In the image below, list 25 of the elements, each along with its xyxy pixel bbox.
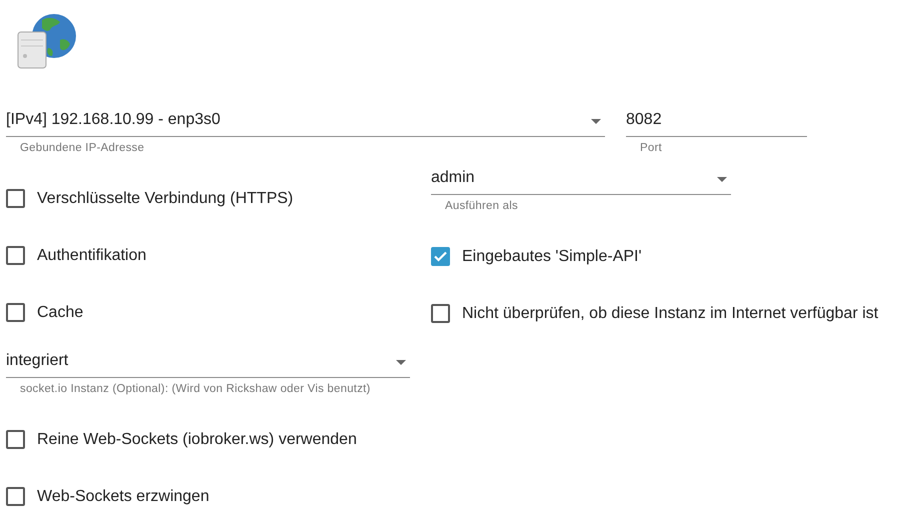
checkbox[interactable] bbox=[6, 487, 25, 506]
checkbox-label: Web-Sockets erzwingen bbox=[37, 488, 210, 506]
checkbox-label: Verschlüsselte Verbindung (HTTPS) bbox=[37, 190, 294, 208]
checkbox-label: Cache bbox=[37, 304, 84, 322]
caret-icon bbox=[717, 176, 727, 182]
checkbox[interactable] bbox=[6, 189, 25, 208]
field-helper: Ausführen als bbox=[444, 199, 519, 212]
checkbox-label: Authentifikation bbox=[37, 246, 146, 264]
field-helper: Gebundene IP-Adresse bbox=[19, 141, 146, 154]
dropdown[interactable]: admin bbox=[431, 164, 731, 195]
checkbox[interactable] bbox=[6, 303, 25, 322]
checkbox-label: Reine Web-Sockets (iobroker.ws) verwenden bbox=[37, 430, 357, 448]
dropdown[interactable]: integriert bbox=[6, 347, 410, 378]
caret-icon bbox=[591, 118, 601, 124]
checkbox[interactable] bbox=[6, 430, 25, 449]
dropdown[interactable]: [IPv4] 192.168.10.99 - enp3s0 bbox=[6, 106, 605, 137]
checkbox[interactable] bbox=[6, 246, 25, 265]
caret-icon bbox=[396, 360, 406, 364]
checkbox-label: Nicht überprüfen, ob diese Instanz im Internet verfügbar ist bbox=[462, 304, 878, 322]
field-helper: Port bbox=[639, 141, 663, 154]
checkbox[interactable] bbox=[431, 304, 450, 323]
field-helper: socket.io Instanz (Optional): (Wird von Rickshaw oder Vis benutzt) bbox=[19, 382, 372, 395]
checkbox-label: Eingebautes 'Simple-API' bbox=[462, 248, 642, 266]
input-field[interactable]: 8082 bbox=[626, 106, 807, 137]
checkbox[interactable] bbox=[431, 247, 450, 266]
